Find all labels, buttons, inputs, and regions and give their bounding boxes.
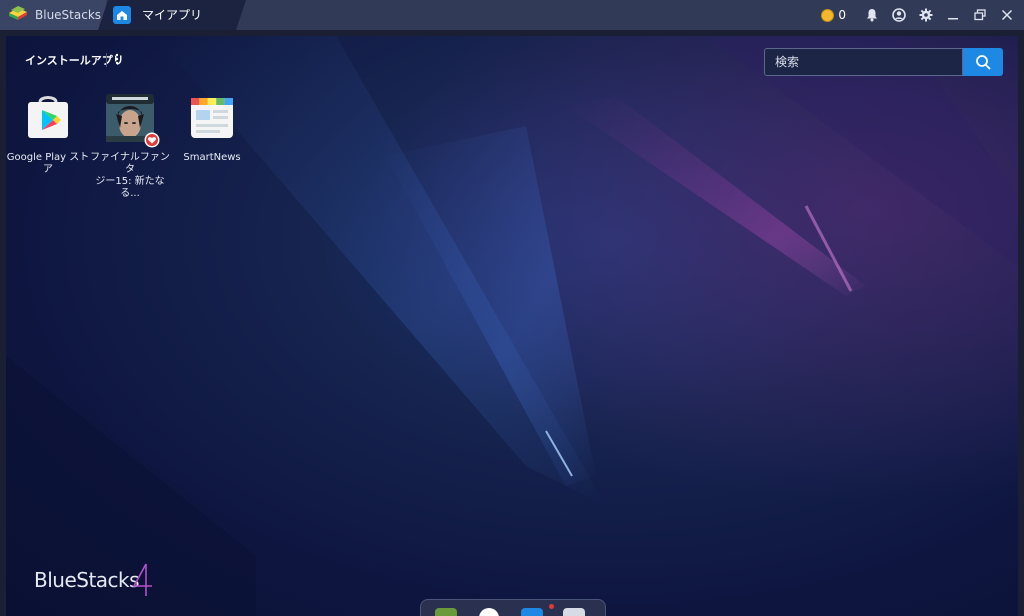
app-google-play[interactable]: Google Play スト ア (6, 94, 90, 176)
smartnews-icon (188, 94, 236, 142)
app-final-fantasy[interactable]: ファイナルファンタ ジー15: 新たなる... (88, 94, 172, 200)
title-bar: BlueStacks マイアプリ 0 (0, 0, 1024, 30)
brand-text: BlueStacks (34, 568, 140, 592)
search-icon (976, 55, 991, 70)
bluestacks-window: BlueStacks マイアプリ 0 インストールアプリ 検索 Google P… (0, 0, 1024, 616)
dock-gallery-icon[interactable] (435, 608, 457, 616)
tab-my-apps[interactable]: マイアプリ (98, 0, 246, 30)
version-4-logo-icon (132, 563, 152, 596)
coin-icon (821, 8, 835, 22)
installed-apps-title: インストールアプリ (25, 54, 124, 67)
final-fantasy-icon (106, 94, 160, 148)
search-input[interactable] (764, 48, 963, 76)
coin-counter[interactable]: 0 (821, 8, 846, 22)
minimize-icon (947, 18, 958, 20)
dock-store-icon[interactable] (521, 608, 543, 616)
app-label: ファイナルファンタ ジー15: 新たなる... (90, 152, 170, 199)
dock-camera-icon[interactable] (479, 608, 499, 616)
settings-button[interactable] (912, 0, 939, 30)
app-label: SmartNews (183, 152, 241, 163)
account-icon (891, 8, 906, 22)
gear-icon (919, 8, 932, 22)
app-label: Google Play スト ア (6, 152, 90, 175)
title-divider (106, 53, 107, 67)
close-button[interactable] (993, 0, 1020, 30)
minimize-button[interactable] (939, 0, 966, 30)
dock-folder-icon[interactable] (563, 608, 585, 616)
coin-count: 0 (838, 8, 846, 22)
google-play-icon (24, 94, 72, 142)
tab-my-apps-label: マイアプリ (142, 8, 203, 22)
app-name: BlueStacks (35, 8, 102, 22)
close-icon (1001, 9, 1012, 21)
account-button[interactable] (885, 0, 912, 30)
restore-button[interactable] (966, 0, 993, 30)
dock-notification-dot (549, 604, 554, 609)
notifications-button[interactable] (858, 0, 885, 30)
search-box (764, 48, 1003, 76)
tab-bluestacks-home[interactable]: BlueStacks (0, 0, 106, 30)
restore-icon (973, 9, 986, 21)
bell-icon (866, 9, 877, 22)
bluestacks-logo-icon (9, 6, 27, 20)
bluestacks-brand: BlueStacks (34, 562, 164, 598)
home-icon (113, 6, 131, 24)
favorite-badge-icon (144, 132, 160, 148)
more-options-icon[interactable] (110, 51, 124, 67)
title-bar-controls: 0 (821, 0, 1024, 30)
app-smartnews[interactable]: SmartNews (170, 94, 254, 164)
search-button[interactable] (963, 48, 1003, 76)
my-apps-page: インストールアプリ 検索 Google Play スト ア ファイナルファンタ … (6, 36, 1018, 616)
app-dock (420, 599, 606, 616)
